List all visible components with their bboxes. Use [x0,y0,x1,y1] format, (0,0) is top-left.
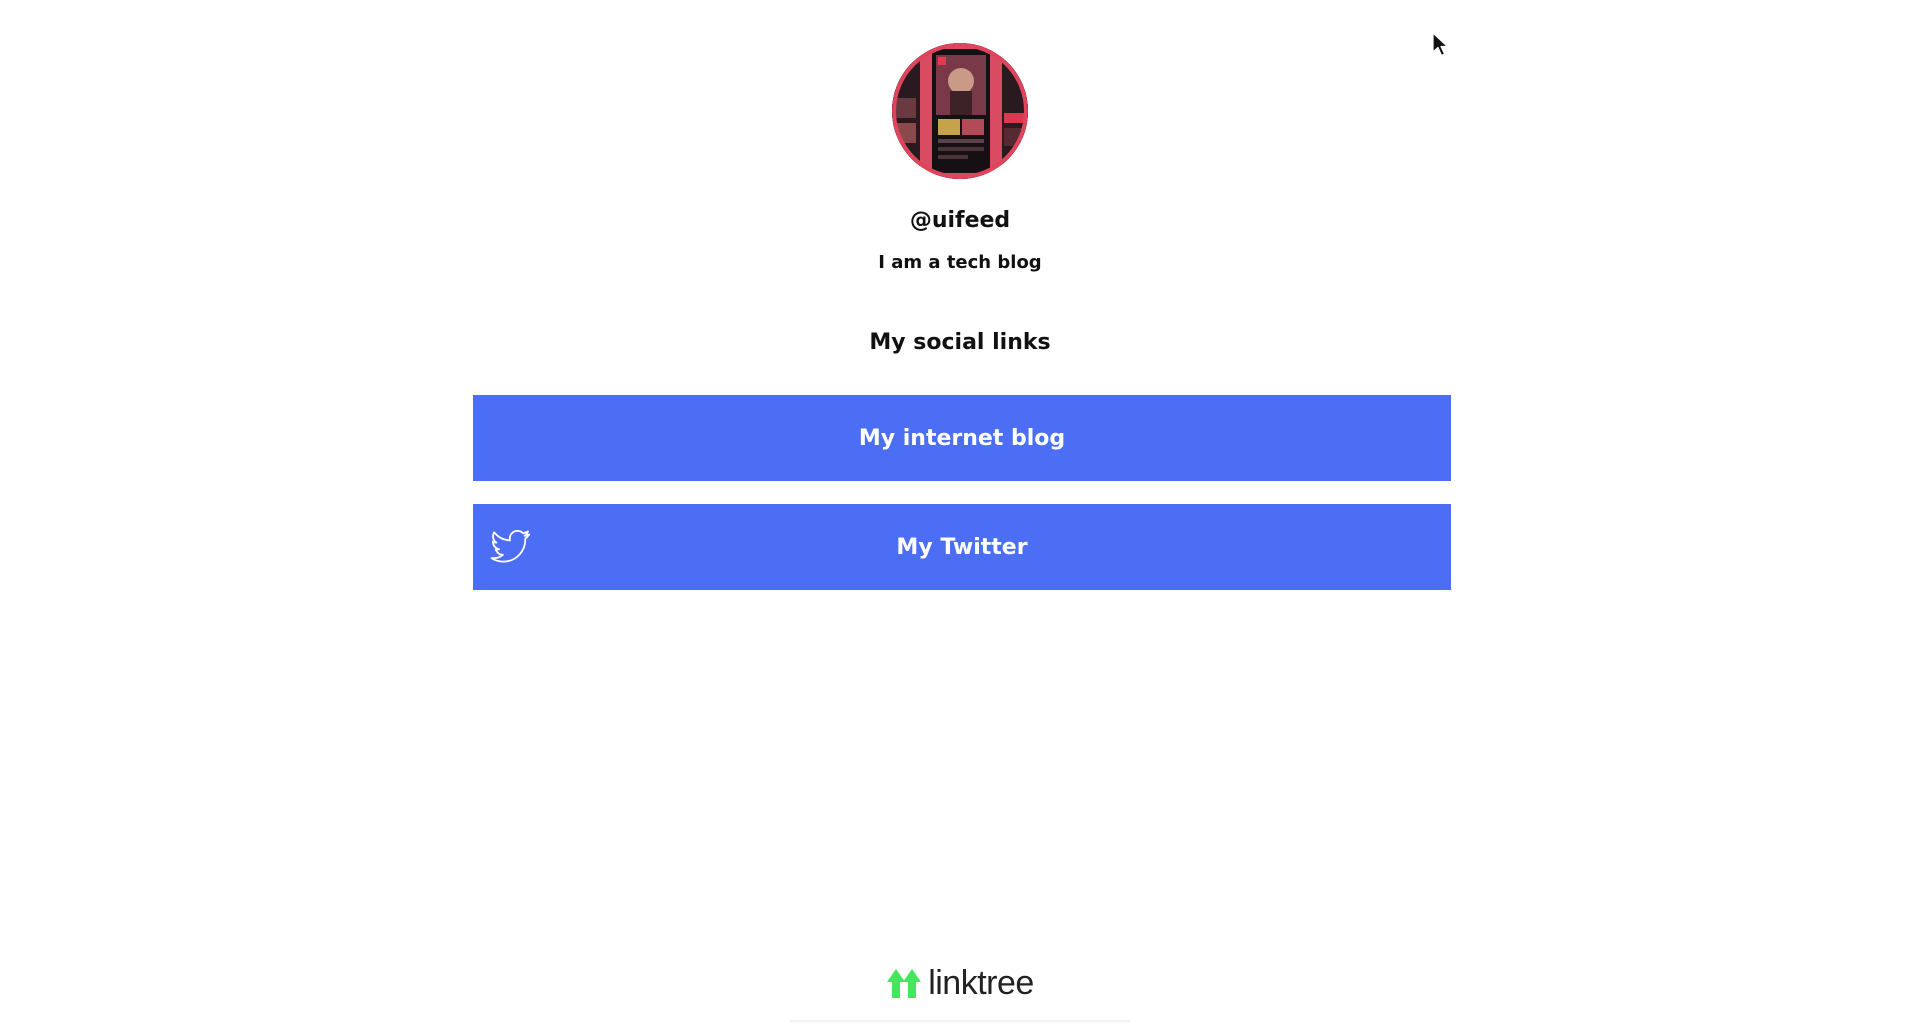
avatar-image [892,43,1028,179]
linktree-wordmark: linktree [928,964,1034,1002]
internet-blog-link-button[interactable]: My internet blog [473,395,1451,481]
linktree-logo[interactable]: linktree [886,964,1034,1003]
avatar [892,43,1028,179]
link-button-label: My internet blog [858,425,1066,451]
twitter-bird-icon [489,525,533,569]
bottom-edge-shadow [790,1020,1130,1024]
twitter-link-button[interactable]: My Twitter [473,504,1451,590]
link-button-label: My Twitter [896,534,1028,560]
linktree-logo-icon [887,968,922,998]
social-links-heading: My social links [869,330,1051,355]
mouse-cursor-icon [1432,32,1449,57]
footer: linktree [0,964,1920,1003]
profile-header: @uifeed I am a tech blog [0,43,1920,275]
linktree-page: @uifeed I am a tech blog My social links… [0,0,1920,1024]
profile-username: @uifeed [909,208,1011,233]
profile-bio: I am a tech blog [878,252,1042,273]
